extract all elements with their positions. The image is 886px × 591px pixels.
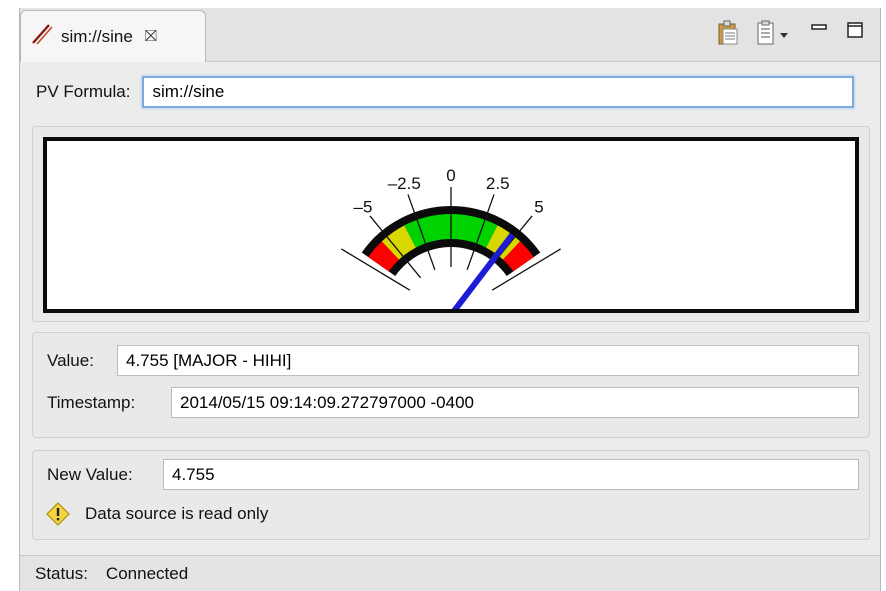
timestamp-field[interactable]: [171, 387, 859, 418]
warning-icon: [45, 501, 71, 527]
maximize-icon[interactable]: [846, 20, 866, 40]
status-bar: Status: Connected: [20, 555, 880, 591]
timestamp-row: Timestamp:: [47, 387, 859, 418]
pv-formula-input[interactable]: [142, 76, 855, 108]
gauge-label-0: –5: [354, 197, 373, 216]
new-value-input[interactable]: [163, 459, 859, 490]
new-value-label: New Value:: [47, 464, 133, 484]
value-group: Value: Timestamp:: [32, 332, 870, 438]
copy-menu-icon[interactable]: [756, 20, 792, 46]
read-only-message: Data source is read only: [85, 504, 269, 523]
gauge-frame: –5 –2.5 0 2.5 5: [43, 137, 859, 317]
new-value-row: New Value:: [47, 459, 859, 490]
gauge-label-4: 5: [534, 197, 543, 216]
tab-bar: sim://sine ⛝: [20, 8, 880, 62]
meter-gauge: –5 –2.5 0 2.5 5: [341, 166, 561, 317]
write-group: New Value: Data source is read only: [32, 450, 870, 540]
tab-title: sim://sine: [61, 26, 133, 46]
formula-row: PV Formula:: [36, 76, 855, 108]
probe-panel: PV Formula: –5 –2.5 0 2.5 5 Value: Timestamp…: [20, 62, 880, 555]
close-icon[interactable]: ⛝: [145, 28, 157, 46]
pv-formula-label: PV Formula:: [36, 82, 131, 101]
status-value: Connected: [105, 563, 189, 583]
gauge-label-1: –2.5: [388, 174, 421, 193]
value-label: Value:: [47, 350, 94, 370]
gauge-label-3: 2.5: [486, 174, 510, 193]
status-label: Status:: [35, 563, 88, 583]
value-field[interactable]: [117, 345, 859, 376]
probe-window: sim://sine ⛝ PV Formula: sim://sine –5 –…: [19, 8, 881, 591]
gauge-label-2: 0: [446, 166, 455, 185]
value-row: Value:: [47, 345, 859, 376]
timestamp-label: Timestamp:: [47, 392, 136, 412]
paste-icon[interactable]: [717, 20, 739, 46]
probe-pen-icon: [29, 21, 55, 52]
gauge-group: –5 –2.5 0 2.5 5: [32, 126, 870, 322]
minimize-icon[interactable]: [810, 20, 830, 40]
warning-row: Data source is read only: [45, 501, 268, 527]
tab-sim-sine[interactable]: sim://sine ⛝: [20, 10, 206, 62]
